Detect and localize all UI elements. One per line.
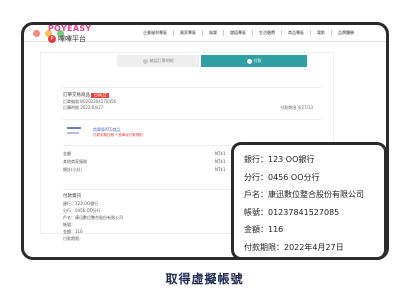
product-tag: 付款到期日期 • 首單版付款規則	[93, 133, 143, 137]
logo-subtitle: 嗶嗶平台	[58, 35, 86, 43]
account-name-text: 戶名：康迅數位整合股份有限公司	[244, 190, 364, 199]
logo-icon: P	[48, 35, 56, 43]
row-value: NT$1	[215, 151, 226, 156]
nav-item-buyer[interactable]: 買家專區	[180, 30, 203, 36]
row-label: 其他商家服務	[63, 159, 87, 164]
nav-item-brands[interactable]: 品牌體驗	[338, 30, 360, 36]
payment-info-section: 付款資訊 銀行：123 OO銀行 分行：0456 OO分行 戶名：康迅數位整合股…	[63, 193, 123, 242]
logo-text: POYEASY	[48, 24, 92, 33]
close-window-dot[interactable]	[33, 30, 40, 37]
step-check-icon	[142, 58, 148, 64]
step-pay-icon	[246, 58, 252, 64]
row-label: 金額	[63, 151, 71, 156]
main-nav: 企業福利專區 買家專區 娛樂 儲值專區 生活繳費 商品專區 電影 品牌體驗	[143, 30, 360, 36]
virtual-account-card: 銀行：123 OO銀行 分行：0456 OO分行 戶名：康迅數位整合股份有限公司…	[231, 142, 387, 260]
thumbnail-bar	[67, 127, 81, 129]
payment-line: 戶名：康迅數位整合股份有限公司	[63, 215, 123, 220]
row-label: 總計(小計)	[63, 167, 83, 172]
nav-item-topup[interactable]: 儲值專區	[230, 30, 253, 36]
checkout-steps: 確認訂單明細 付款	[117, 55, 307, 67]
payment-deadline-note: 付款期限 4/27/13	[280, 105, 313, 110]
payment-line: 金額：116	[63, 229, 83, 234]
site-header: POYEASY P 嗶嗶平台 企業福利專區 買家專區 娛樂 儲值專區 生活繳費 …	[40, 24, 399, 46]
order-info: 訂單交易商品 已成立 訂單編號 B0202204270456 訂購時間 2022…	[63, 93, 116, 111]
thumbnail-bar	[67, 132, 79, 134]
bank-text: 銀行：123 OO銀行	[244, 155, 315, 164]
caption-title: 取得虛擬帳號	[165, 272, 244, 286]
order-status-badge: 已成立	[91, 93, 109, 98]
row-value: NT$1	[215, 167, 226, 172]
site-logo[interactable]: POYEASY P 嗶嗶平台	[48, 24, 108, 44]
step-confirm-label: 確認訂單明細	[149, 58, 174, 63]
amount-text: 金額：116	[244, 225, 284, 234]
row-value: NT$1	[215, 159, 226, 164]
order-date: 訂購時間 2022/04/27	[63, 105, 104, 110]
payment-line: 付款期限：	[63, 236, 83, 241]
step-payment: 付款	[201, 55, 307, 67]
nav-item-movies[interactable]: 電影	[317, 30, 332, 36]
branch-text: 分行：0456 OO分行	[244, 172, 320, 182]
payment-line: 分行：0456 OO分行	[63, 208, 101, 213]
step-payment-label: 付款	[253, 58, 262, 63]
divider	[63, 119, 321, 120]
section-heading: 付款資訊	[63, 194, 81, 199]
divider	[63, 87, 321, 88]
payment-line: 銀行：123 OO銀行	[63, 201, 99, 206]
payment-line: 帳號：	[63, 222, 75, 227]
order-title: 訂單交易商品	[63, 93, 90, 98]
nav-item-products[interactable]: 商品專區	[288, 30, 311, 36]
nav-item-entertainment[interactable]: 娛樂	[209, 30, 224, 36]
nav-item-bills[interactable]: 生活繳費	[259, 30, 282, 36]
step-confirm: 確認訂單明細	[117, 55, 199, 67]
deadline-text: 付款期限：2022年4月27日	[244, 242, 344, 252]
account-number-text: 帳號：01237841527085	[244, 207, 340, 217]
nav-item-enterprise[interactable]: 企業福利專區	[143, 30, 174, 36]
